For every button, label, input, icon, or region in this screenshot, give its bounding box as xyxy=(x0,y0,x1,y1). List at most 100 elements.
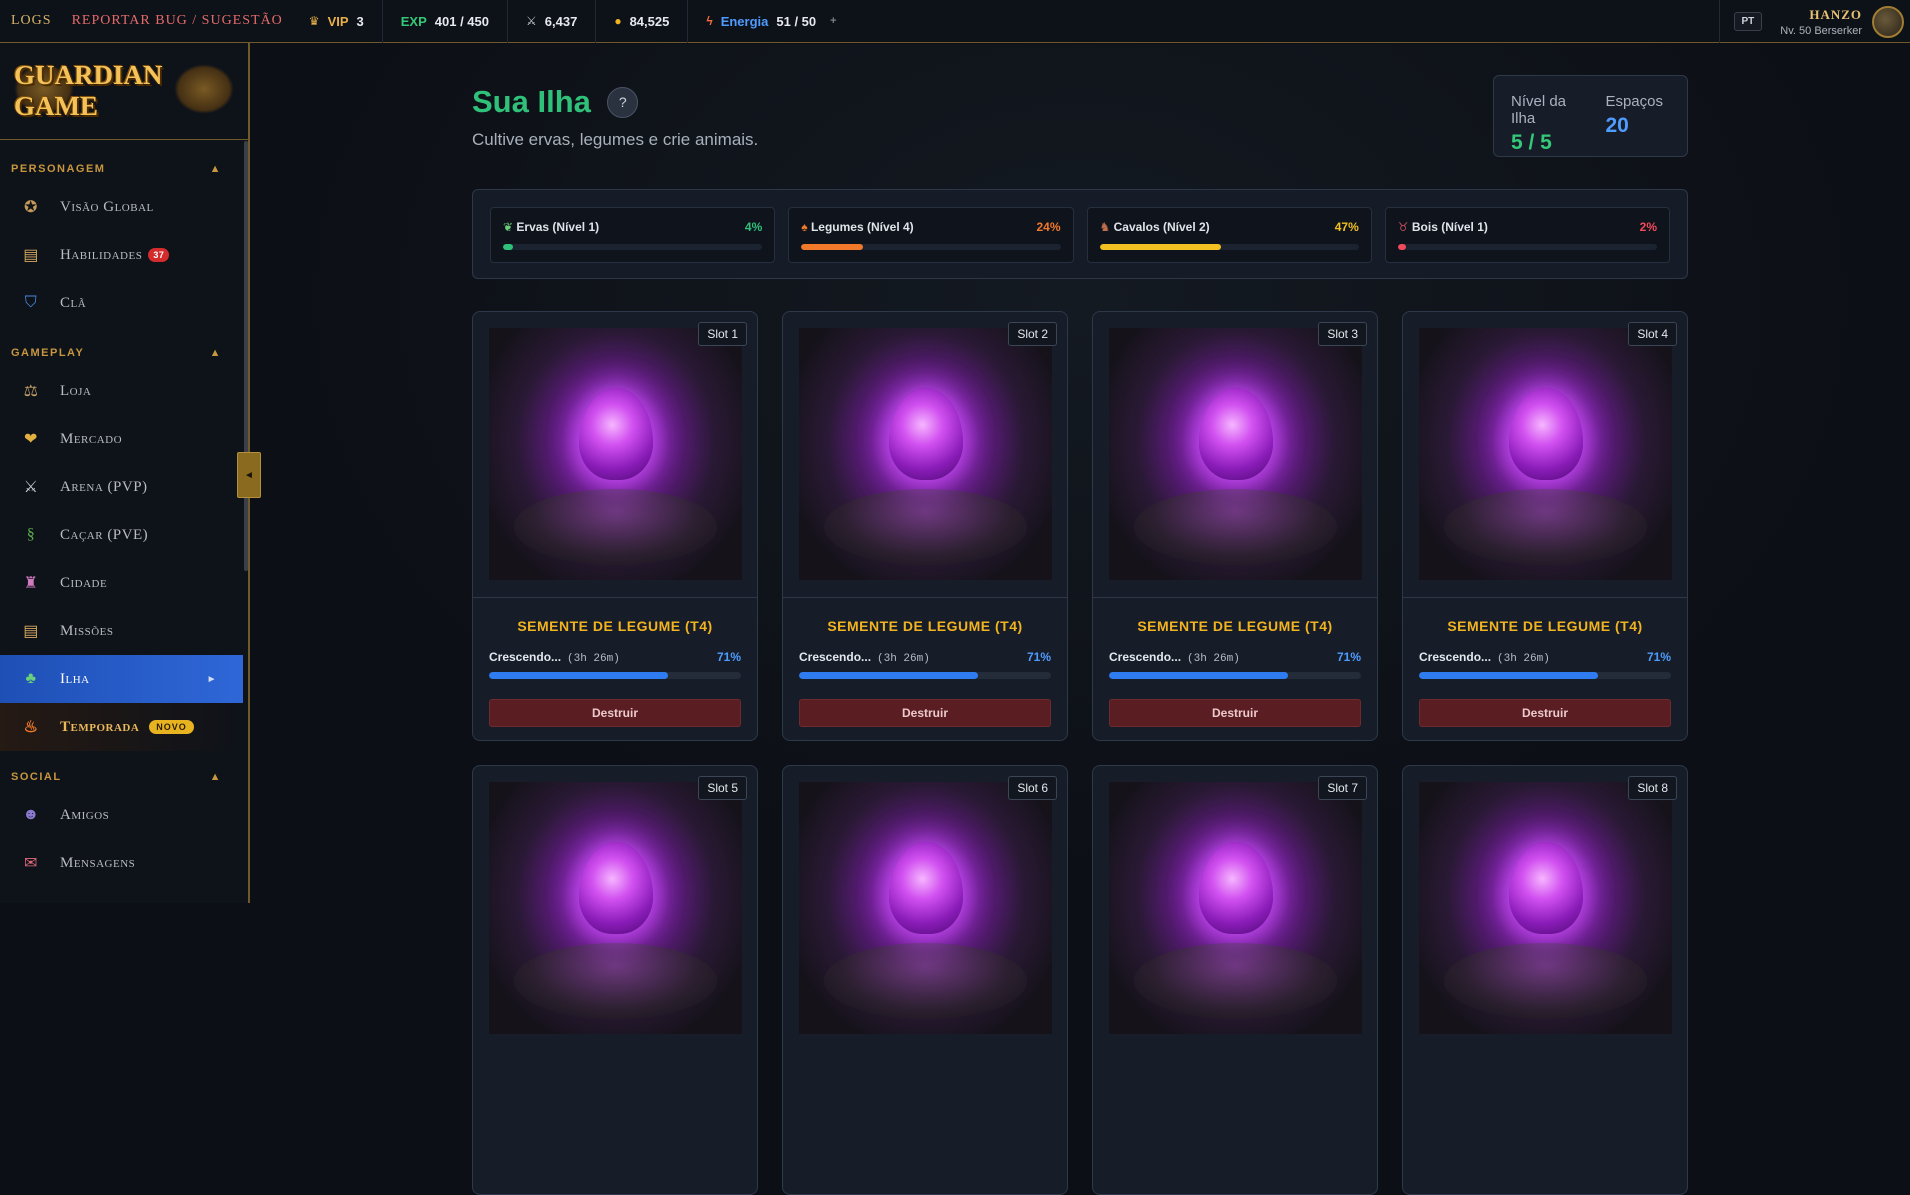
coin-icon: ● xyxy=(614,14,621,28)
user-area: PT HANZO Nv. 50 Berserker xyxy=(1719,0,1910,43)
destroy-button[interactable]: Destruir xyxy=(799,699,1051,727)
growth-progress-bar xyxy=(799,672,1051,679)
growth-status: Crescendo... xyxy=(799,650,871,664)
logs-link[interactable]: LOGS xyxy=(11,13,52,29)
slot-card[interactable]: Slot 4 SEMENTE DE LEGUME (T4) Crescendo.… xyxy=(1402,311,1688,741)
slot-item-name: SEMENTE DE LEGUME (T4) xyxy=(1403,618,1687,634)
horse-icon: ♞ xyxy=(1100,220,1111,234)
growth-percent: 71% xyxy=(1647,650,1671,665)
growth-progress-fill xyxy=(1109,672,1288,679)
sidebar-scrollbar[interactable] xyxy=(244,141,248,571)
section-social[interactable]: SOCIAL ▲ xyxy=(0,763,244,791)
slot-status: Crescendo... (3h 26m) 71% xyxy=(1109,650,1361,665)
sidebar-item-loja[interactable]: ⚖ Loja xyxy=(0,367,244,415)
growth-progress-fill xyxy=(489,672,668,679)
sidebar-item-ilha[interactable]: ♣ Ilha ► xyxy=(0,655,243,703)
slot-card[interactable]: Slot 3 SEMENTE DE LEGUME (T4) Crescendo.… xyxy=(1092,311,1378,741)
crown-icon: ♛ xyxy=(309,14,320,28)
collapse-sidebar-button[interactable]: ◄ xyxy=(237,452,261,498)
section-personagem[interactable]: PERSONAGEM ▲ xyxy=(0,155,244,183)
skill-card-ervas: ❦ Ervas (Nível 1) 4% xyxy=(490,207,775,263)
report-bug-link[interactable]: REPORTAR BUG / SUGESTÃO xyxy=(72,13,283,29)
sidebar-item-mensagens[interactable]: ✉ Mensagens xyxy=(0,839,244,887)
sidebar-item-label: Temporada xyxy=(60,719,139,736)
skill-percent: 24% xyxy=(1036,220,1060,234)
skills-progress-panel: ❦ Ervas (Nível 1) 4% ♠ Legumes (Nível 4)… xyxy=(472,189,1688,279)
slot-tag: Slot 7 xyxy=(1318,776,1367,800)
growth-progress-fill xyxy=(1419,672,1598,679)
logo[interactable]: GUARDIAN GAME xyxy=(14,56,234,126)
sidebar-item-visao-global[interactable]: ✪ Visão Global xyxy=(0,183,244,231)
slot-card[interactable]: Slot 1 SEMENTE DE LEGUME (T4) Crescendo.… xyxy=(472,311,758,741)
help-button[interactable]: ? xyxy=(607,87,638,118)
slot-card[interactable]: Slot 5 xyxy=(472,765,758,1195)
energy-plus-button[interactable]: + xyxy=(830,15,836,27)
slot-card[interactable]: Slot 8 xyxy=(1402,765,1688,1195)
vip-stat: ♛ VIP 3 xyxy=(283,0,383,43)
exp-label: EXP xyxy=(401,14,427,29)
logo-area: GUARDIAN GAME xyxy=(0,43,248,140)
ox-icon: ♉ xyxy=(1398,220,1409,234)
slot-item-name: SEMENTE DE LEGUME (T4) xyxy=(1093,618,1377,634)
sidebar-item-cacar[interactable]: § Caçar (PVE) xyxy=(0,511,244,559)
sidebar-item-label: Habilidades xyxy=(60,247,142,264)
skill-card-bois: ♉ Bois (Nível 1) 2% xyxy=(1385,207,1670,263)
growth-time: (3h 26m) xyxy=(1497,653,1550,665)
logo-text: GUARDIAN GAME xyxy=(14,60,234,122)
sidebar-item-cla[interactable]: ⛉ Clã xyxy=(0,279,244,327)
sidebar-item-label: Loja xyxy=(60,383,91,400)
growth-time: (3h 26m) xyxy=(1187,653,1240,665)
skill-progress-bar xyxy=(503,244,762,250)
destroy-button[interactable]: Destruir xyxy=(1109,699,1361,727)
sidebar-item-missoes[interactable]: ▤ Missões xyxy=(0,607,244,655)
growth-percent: 71% xyxy=(1337,650,1361,665)
user-info[interactable]: HANZO Nv. 50 Berserker xyxy=(1780,7,1862,37)
sidebar-item-label: Missões xyxy=(60,623,114,640)
chevron-up-icon: ▲ xyxy=(210,347,222,359)
island-level: Nível da Ilha 5 / 5 xyxy=(1511,93,1581,156)
skill-progress-bar xyxy=(1100,244,1359,250)
skill-progress-fill xyxy=(1100,244,1222,250)
avatar[interactable] xyxy=(1872,6,1904,38)
destroy-button[interactable]: Destruir xyxy=(1419,699,1671,727)
seed-image xyxy=(489,328,742,580)
skill-percent: 2% xyxy=(1640,220,1657,234)
slot-card[interactable]: Slot 2 SEMENTE DE LEGUME (T4) Crescendo.… xyxy=(782,311,1068,741)
skill-name: Cavalos (Nível 2) xyxy=(1114,220,1210,234)
vip-value: 3 xyxy=(357,14,364,29)
sidebar-item-label: Arena (PVP) xyxy=(60,479,148,496)
skill-progress-fill xyxy=(1398,244,1406,250)
growth-status: Crescendo... xyxy=(1109,650,1181,664)
page-header: Sua Ilha ? Cultive ervas, legumes e crie… xyxy=(472,84,758,150)
language-button[interactable]: PT xyxy=(1734,12,1763,31)
island-spaces: Espaços 20 xyxy=(1605,93,1663,156)
slot-card[interactable]: Slot 6 xyxy=(782,765,1068,1195)
sidebar-item-amigos[interactable]: ☻ Amigos xyxy=(0,791,244,839)
spaces-label: Espaços xyxy=(1605,93,1663,110)
sidebar-item-mercado[interactable]: ❤ Mercado xyxy=(0,415,244,463)
seed-image xyxy=(489,782,742,1034)
section-gameplay[interactable]: GAMEPLAY ▲ xyxy=(0,339,244,367)
growth-time: (3h 26m) xyxy=(877,653,930,665)
spaces-value: 20 xyxy=(1605,114,1663,138)
sidebar-item-temporada[interactable]: ♨ Temporada NOVO xyxy=(0,703,244,751)
sidebar-item-arena[interactable]: ⚔ Arena (PVP) xyxy=(0,463,244,511)
slot-status: Crescendo...(3h 26m) 71% xyxy=(799,650,1051,665)
slot-tag: Slot 4 xyxy=(1628,322,1677,346)
sidebar-item-habilidades[interactable]: ▤ Habilidades 37 xyxy=(0,231,244,279)
scroll-icon: ▤ xyxy=(20,245,42,265)
page-title: Sua Ilha xyxy=(472,84,591,120)
seed-image xyxy=(1109,782,1362,1034)
sidebar-item-label: Caçar (PVE) xyxy=(60,527,148,544)
sidebar-item-cidade[interactable]: ♜ Cidade xyxy=(0,559,244,607)
skill-progress-bar xyxy=(801,244,1060,250)
section-title: PERSONAGEM xyxy=(11,163,105,175)
destroy-button[interactable]: Destruir xyxy=(489,699,741,727)
slot-card[interactable]: Slot 7 xyxy=(1092,765,1378,1195)
sidebar-item-label: Mensagens xyxy=(60,855,135,872)
growth-progress-bar xyxy=(489,672,741,679)
growth-progress-fill xyxy=(799,672,978,679)
fire-icon: ♨ xyxy=(20,717,42,737)
island-info-box: Nível da Ilha 5 / 5 Espaços 20 xyxy=(1493,75,1688,157)
top-bar: LOGS REPORTAR BUG / SUGESTÃO ♛ VIP 3 EXP… xyxy=(0,0,1910,43)
